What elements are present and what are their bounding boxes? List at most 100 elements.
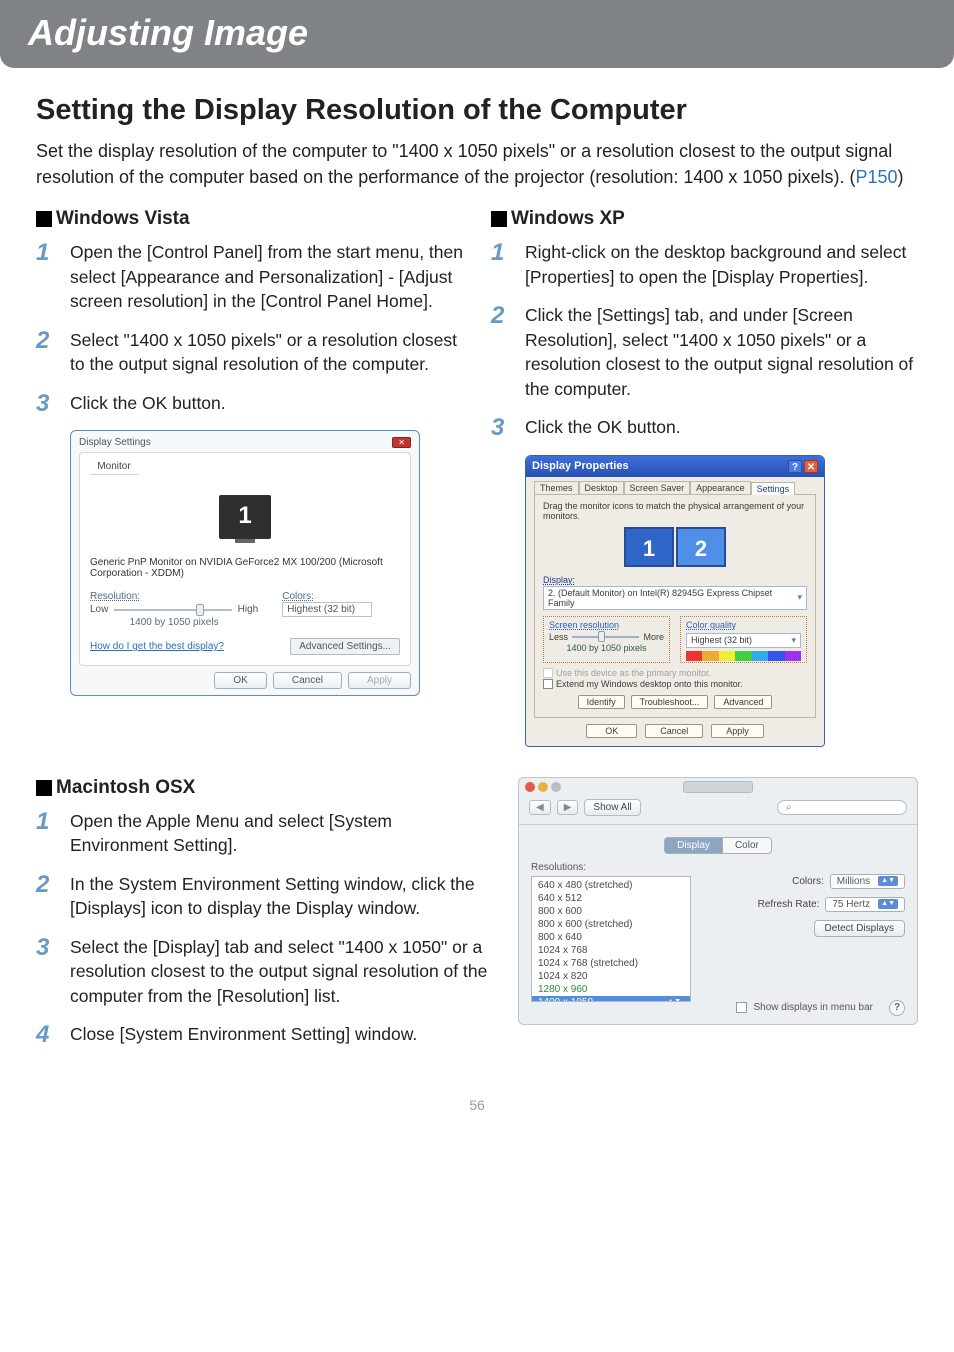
- list-item[interactable]: 640 x 512: [532, 892, 690, 905]
- resolutions-list[interactable]: 640 x 480 (stretched) 640 x 512 800 x 60…: [531, 876, 691, 1002]
- slider-max-label: High: [238, 604, 259, 615]
- colors-value: Millions: [837, 876, 870, 887]
- intro-paragraph: Set the display resolution of the comput…: [36, 138, 918, 190]
- primary-monitor-label: Use this device as the primary monitor.: [556, 668, 711, 678]
- mac-step-3: Select the [Display] tab and select "140…: [70, 935, 490, 1009]
- xp-column: Windows XP 1 Right-click on the desktop b…: [491, 208, 918, 746]
- section-title: Setting the Display Resolution of the Co…: [36, 92, 918, 128]
- window-minimize-icon[interactable]: [538, 782, 548, 792]
- slider-thumb[interactable]: [598, 631, 605, 642]
- dialog-title: Display Properties: [532, 460, 629, 472]
- help-icon[interactable]: ?: [788, 460, 802, 473]
- monitor-tab[interactable]: Monitor: [90, 459, 138, 475]
- advanced-button[interactable]: Advanced: [714, 695, 772, 709]
- monitor-1-icon[interactable]: 1: [624, 527, 674, 567]
- identify-button[interactable]: Identify: [578, 695, 625, 709]
- dialog-title: Display Settings: [79, 437, 151, 448]
- refresh-rate-value: 75 Hertz: [832, 899, 870, 910]
- vista-column: Windows Vista 1 Open the [Control Panel] …: [36, 208, 463, 746]
- xp-step-1: Right-click on the desktop background an…: [525, 240, 918, 289]
- cancel-button[interactable]: Cancel: [645, 724, 703, 738]
- list-item[interactable]: 1024 x 768: [532, 944, 690, 957]
- tab-desktop[interactable]: Desktop: [579, 481, 624, 494]
- step-number: 2: [36, 328, 70, 377]
- resolution-slider[interactable]: [114, 609, 231, 611]
- list-item[interactable]: 640 x 480 (stretched): [532, 879, 690, 892]
- list-item[interactable]: 1280 x 960: [532, 983, 690, 996]
- window-zoom-icon[interactable]: [551, 782, 561, 792]
- cancel-button[interactable]: Cancel: [273, 672, 342, 689]
- mac-displays-dialog: ◀ ▶ Show All ⌕ Display Color Resolutions…: [518, 777, 918, 1025]
- ok-button[interactable]: OK: [214, 672, 266, 689]
- colors-label: Colors:: [282, 591, 400, 602]
- step-number: 3: [491, 415, 525, 440]
- close-icon[interactable]: ✕: [804, 460, 818, 473]
- tab-appearance[interactable]: Appearance: [690, 481, 751, 494]
- troubleshoot-button[interactable]: Troubleshoot...: [631, 695, 709, 709]
- colors-select[interactable]: Millions▲▼: [830, 874, 905, 889]
- vista-step-1: Open the [Control Panel] from the start …: [70, 240, 463, 314]
- show-displays-menubar-checkbox[interactable]: [736, 1002, 747, 1013]
- xp-step-2: Click the [Settings] tab, and under [Scr…: [525, 303, 918, 401]
- arrange-note: Drag the monitor icons to match the phys…: [543, 501, 807, 521]
- list-item[interactable]: 800 x 600: [532, 905, 690, 918]
- mac-titlebar-chip: [683, 781, 753, 793]
- slider-thumb[interactable]: [196, 604, 204, 616]
- tab-settings[interactable]: Settings: [751, 482, 796, 495]
- resolution-value: 1400 by 1050 pixels: [90, 617, 258, 628]
- colors-label: Colors:: [792, 876, 824, 887]
- chevron-down-icon: ▾: [797, 592, 802, 603]
- advanced-settings-button[interactable]: Advanced Settings...: [290, 638, 400, 655]
- apply-button[interactable]: Apply: [348, 672, 411, 689]
- resolution-label: Resolution:: [90, 591, 258, 602]
- resolution-value: 1400 by 1050 pixels: [549, 643, 664, 653]
- screen-resolution-label: Screen resolution: [549, 620, 664, 630]
- selected-resolution-value: 1400 x 1050: [538, 997, 593, 1002]
- back-button[interactable]: ◀: [529, 800, 551, 815]
- resolution-slider[interactable]: [572, 636, 639, 638]
- forward-button[interactable]: ▶: [557, 800, 579, 815]
- intro-text-a: Set the display resolution of the comput…: [36, 141, 892, 187]
- monitor-icon: 1: [219, 495, 271, 539]
- step-number: 3: [36, 935, 70, 1009]
- bullet-icon: [36, 211, 52, 227]
- window-close-icon[interactable]: [525, 782, 535, 792]
- list-item-selected[interactable]: 1400 x 1050 ▲▼: [532, 996, 690, 1002]
- apply-button[interactable]: Apply: [711, 724, 764, 738]
- xp-step-3: Click the OK button.: [525, 415, 681, 440]
- page-ref-link[interactable]: P150: [855, 167, 897, 187]
- monitor-2-icon[interactable]: 2: [676, 527, 726, 567]
- step-number: 2: [36, 872, 70, 921]
- page-content: Setting the Display Resolution of the Co…: [0, 68, 954, 1143]
- vista-heading: Windows Vista: [56, 208, 190, 230]
- search-input[interactable]: ⌕: [777, 800, 907, 815]
- show-all-button[interactable]: Show All: [584, 799, 640, 816]
- tab-themes[interactable]: Themes: [534, 481, 579, 494]
- list-item[interactable]: 1024 x 768 (stretched): [532, 957, 690, 970]
- detect-displays-button[interactable]: Detect Displays: [814, 920, 905, 937]
- color-quality-value: Highest (32 bit): [691, 635, 752, 645]
- xp-display-properties-dialog: Display Properties ? ✕ Themes Desktop Sc…: [525, 455, 825, 747]
- tab-screensaver[interactable]: Screen Saver: [624, 481, 691, 494]
- colors-select[interactable]: Highest (32 bit): [282, 602, 372, 617]
- display-select[interactable]: 2. (Default Monitor) on Intel(R) 82945G …: [543, 586, 807, 610]
- vista-step-3: Click the OK button.: [70, 391, 226, 416]
- refresh-rate-label: Refresh Rate:: [758, 899, 820, 910]
- tab-display[interactable]: Display: [664, 837, 723, 854]
- ok-button[interactable]: OK: [586, 724, 637, 738]
- extend-desktop-checkbox[interactable]: [543, 679, 553, 689]
- xp-heading: Windows XP: [511, 208, 625, 230]
- resolutions-label: Resolutions:: [531, 862, 691, 873]
- tab-color[interactable]: Color: [723, 837, 772, 854]
- list-item[interactable]: 1024 x 820: [532, 970, 690, 983]
- close-icon[interactable]: ✕: [392, 437, 411, 448]
- help-icon[interactable]: ?: [889, 1000, 905, 1016]
- monitor-preview: 1 2: [543, 527, 807, 567]
- help-link[interactable]: How do I get the best display?: [90, 641, 224, 652]
- monitor-preview: 1: [90, 475, 400, 557]
- refresh-rate-select[interactable]: 75 Hertz▲▼: [825, 897, 905, 912]
- mac-step-2: In the System Environment Setting window…: [70, 872, 490, 921]
- list-item[interactable]: 800 x 600 (stretched): [532, 918, 690, 931]
- list-item[interactable]: 800 x 640: [532, 931, 690, 944]
- stepper-icon[interactable]: ▲▼: [664, 997, 684, 1002]
